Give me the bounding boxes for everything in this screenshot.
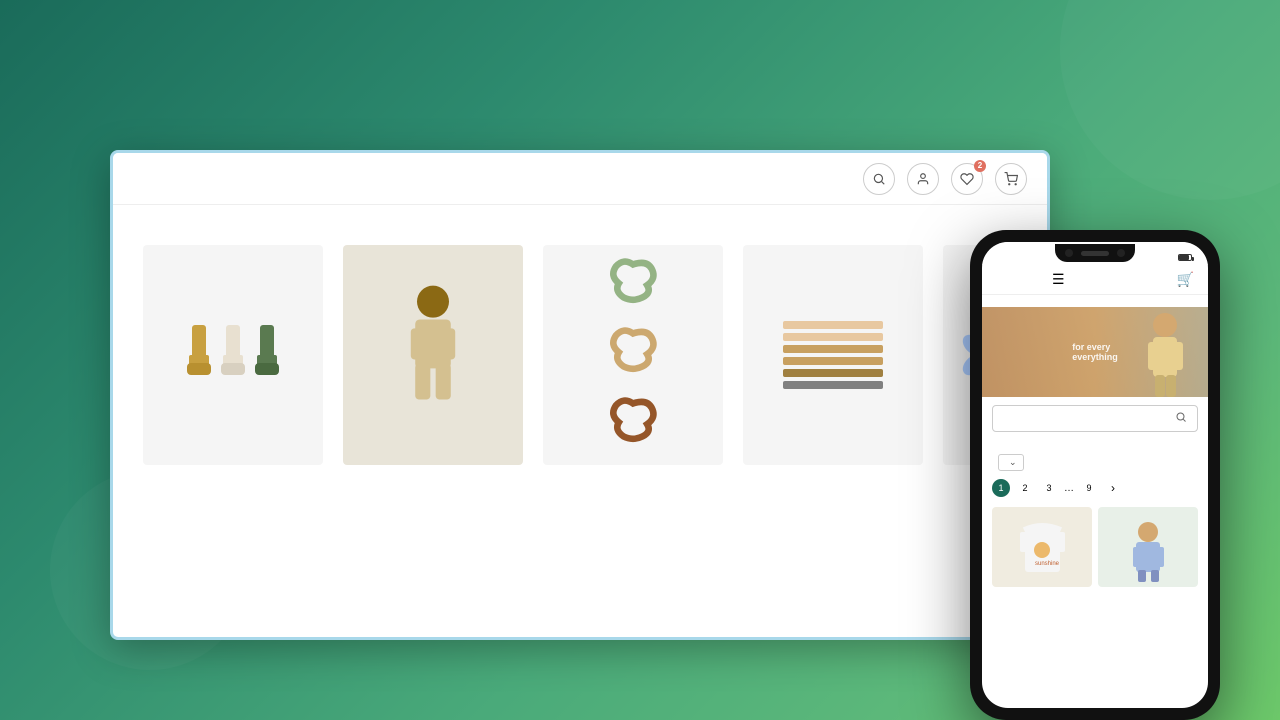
page-1-button[interactable]: 1 — [992, 479, 1010, 497]
page-3-button[interactable]: 3 — [1040, 479, 1058, 497]
mobile-screen: ☰ 🛒 for every everything — [982, 242, 1208, 708]
chevron-down-icon: ⌄ — [1009, 457, 1017, 468]
wishlist-button[interactable]: 2 — [951, 163, 983, 195]
page-2-button[interactable]: 2 — [1016, 479, 1034, 497]
mobile-search-icon[interactable] — [1175, 411, 1187, 426]
mobile-product-2[interactable] — [1098, 507, 1198, 587]
product-image-socks — [143, 245, 323, 465]
desktop-nav-icons: 2 — [863, 163, 1027, 195]
product-card-socks[interactable] — [143, 245, 323, 479]
mobile-hero-subtext2: everything — [1072, 352, 1118, 362]
cart-button[interactable] — [995, 163, 1027, 195]
product-image-clips — [743, 245, 923, 465]
mobile-logo — [982, 295, 1208, 307]
product-card-scrunchie[interactable] — [543, 245, 723, 479]
svg-text:sunshine: sunshine — [1035, 561, 1060, 567]
mobile-nav: ☰ 🛒 — [982, 265, 1208, 295]
products-grid — [143, 245, 1017, 479]
page-ellipsis: … — [1064, 483, 1074, 494]
product-image-overall — [343, 245, 523, 465]
mobile-search-bar[interactable] — [992, 405, 1198, 432]
mobile-status-icons — [1178, 254, 1192, 261]
page-title — [0, 0, 1280, 70]
search-button[interactable] — [863, 163, 895, 195]
mobile-hero-content: for every everything — [1064, 334, 1126, 370]
wishlist-badge: 2 — [974, 160, 986, 172]
user-button[interactable] — [907, 163, 939, 195]
product-card-clips[interactable] — [743, 245, 923, 479]
mobile-section-title — [982, 440, 1208, 450]
mobile-sort-bar: ⌄ — [982, 450, 1208, 475]
product-card-overall[interactable] — [343, 245, 523, 479]
sort-select[interactable]: ⌄ — [998, 454, 1024, 471]
mobile-products-grid: sunshine — [982, 501, 1208, 593]
desktop-content — [113, 205, 1047, 499]
mobile-cart-icon[interactable]: 🛒 — [1177, 271, 1194, 288]
mobile-product-1[interactable]: sunshine — [992, 507, 1092, 587]
mobile-pagination: 1 2 3 … 9 › — [982, 475, 1208, 501]
mobile-hero-subtext: for every — [1072, 342, 1118, 352]
mobile-mockup: ☰ 🛒 for every everything — [970, 230, 1220, 720]
mobile-hero: for every everything — [982, 307, 1208, 397]
desktop-navbar: 2 — [113, 153, 1047, 205]
product-image-scrunchie — [543, 245, 723, 465]
desktop-mockup: 2 — [110, 150, 1050, 640]
page-9-button[interactable]: 9 — [1080, 479, 1098, 497]
mobile-hero-image — [1138, 307, 1198, 397]
battery-icon — [1178, 254, 1192, 261]
mobile-menu-icon[interactable]: ☰ — [1052, 271, 1065, 288]
page-next-button[interactable]: › — [1104, 479, 1122, 497]
